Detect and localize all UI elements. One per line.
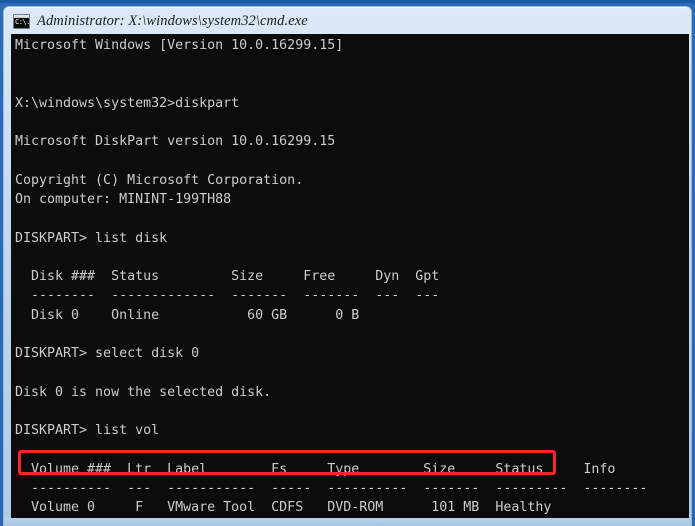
console-text: Microsoft Windows [Version 10.0.16299.15… [15,38,648,515]
cmd-console-icon [13,13,30,29]
cmd-window: Administrator: X:\windows\system32\cmd.e… [0,0,695,526]
window-bottom-edge [4,518,691,526]
window-titlebar[interactable]: Administrator: X:\windows\system32\cmd.e… [4,7,691,35]
window-title: Administrator: X:\windows\system32\cmd.e… [37,12,308,29]
console-output-area[interactable]: Microsoft Windows [Version 10.0.16299.15… [11,34,689,518]
